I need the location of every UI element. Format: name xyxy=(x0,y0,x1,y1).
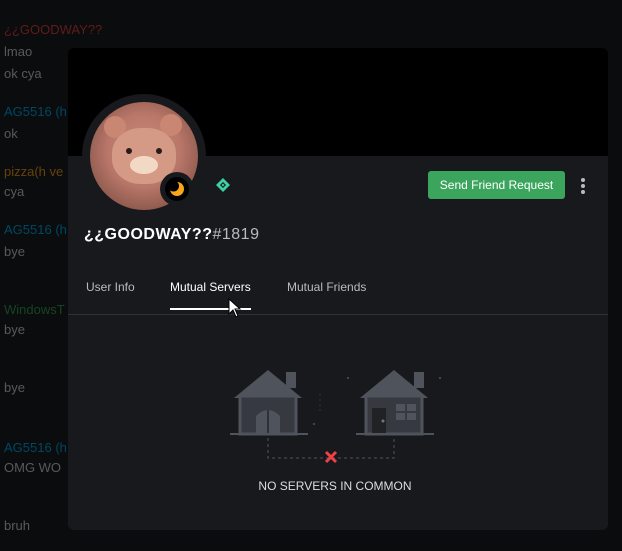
dot xyxy=(581,178,585,182)
avatar-container xyxy=(82,94,206,218)
send-friend-request-button[interactable]: Send Friend Request xyxy=(428,171,565,199)
profile-tabs: User Info Mutual Servers Mutual Friends xyxy=(68,270,608,315)
tab-mutual-friends[interactable]: Mutual Friends xyxy=(287,280,366,308)
status-indicator xyxy=(160,172,194,206)
dot xyxy=(581,184,585,188)
tab-user-info[interactable]: User Info xyxy=(86,280,135,308)
idle-moon-icon xyxy=(165,177,189,201)
profile-username: ¿¿GOODWAY??#1819 xyxy=(84,226,259,244)
mouse-cursor-icon xyxy=(228,298,242,318)
two-houses-disconnected-icon xyxy=(230,370,441,464)
bear-eye-left xyxy=(126,148,132,154)
empty-state-message: NO SERVERS IN COMMON xyxy=(258,479,412,493)
right-house-icon xyxy=(356,370,434,436)
username-text: ¿¿GOODWAY?? xyxy=(84,226,213,243)
hypesquad-diamond-icon[interactable] xyxy=(216,178,230,192)
discriminator: #1819 xyxy=(212,226,260,243)
bear-snout xyxy=(130,156,158,174)
bear-eye-right xyxy=(156,148,162,154)
dot xyxy=(581,190,585,194)
user-profile-modal: Send Friend Request ¿¿GOODWAY??#1819 Use… xyxy=(68,48,608,530)
disconnected-x-icon xyxy=(324,450,338,464)
left-house-icon xyxy=(230,370,308,436)
kebab-menu-icon[interactable] xyxy=(576,175,590,197)
